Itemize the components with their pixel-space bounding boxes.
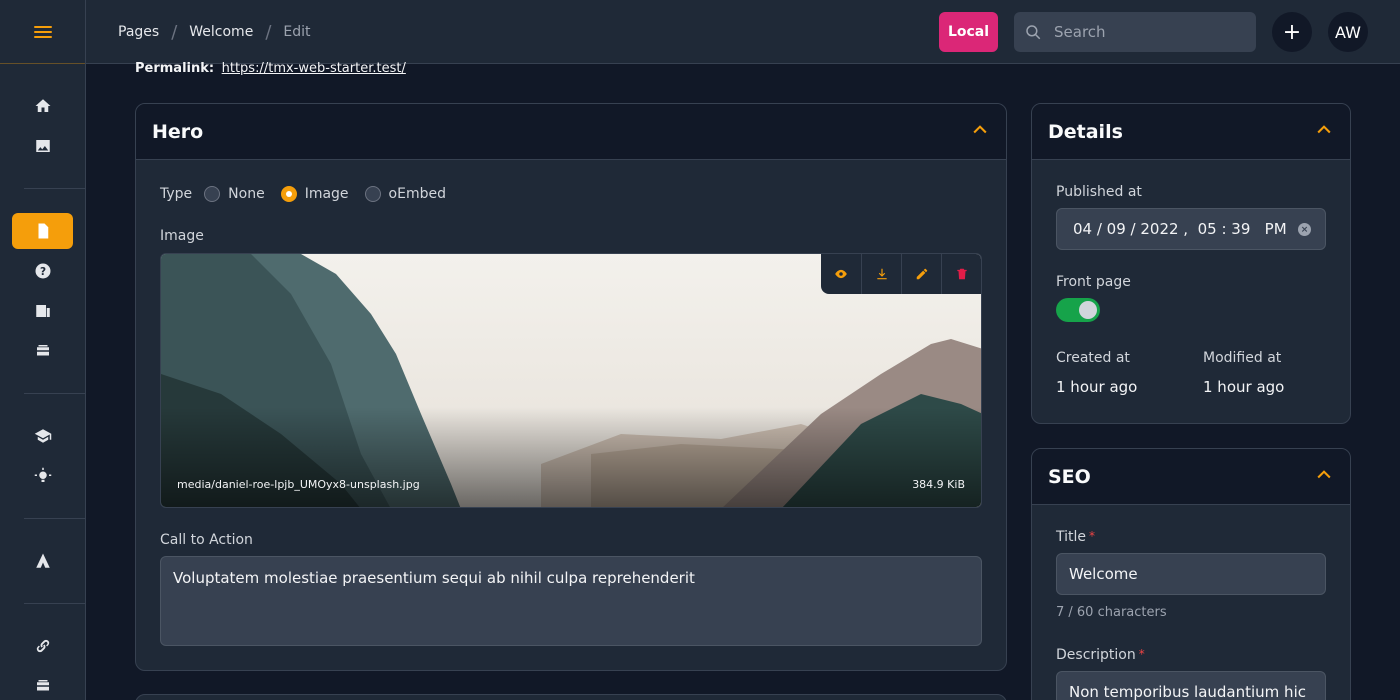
download-icon (876, 268, 887, 280)
link-icon[interactable] (12, 628, 73, 664)
required-marker: * (1089, 529, 1096, 543)
front-page-toggle[interactable] (1056, 298, 1100, 322)
download-button[interactable] (861, 254, 901, 294)
image-label: Image (160, 228, 204, 244)
pencil-icon (916, 268, 927, 280)
chevron-up-icon[interactable] (1314, 465, 1334, 489)
hero-title: Hero (152, 120, 204, 143)
seo-title-label-text: Title (1056, 529, 1087, 545)
type-option-label: Image (304, 186, 349, 202)
education-icon[interactable] (12, 418, 73, 454)
permalink-label: Permalink: (135, 61, 215, 76)
svg-text:?: ? (39, 266, 45, 278)
breadcrumb-separator: / (171, 21, 178, 43)
breadcrumb-pages[interactable]: Pages (118, 24, 159, 40)
details-card: Details Published at 04 / 09 / 2022 , 05… (1031, 103, 1351, 424)
type-label: Type (160, 186, 193, 202)
radio-oembed[interactable] (364, 186, 381, 202)
chevron-up-icon[interactable] (970, 120, 990, 144)
toggle-knob (1079, 301, 1097, 319)
permalink-link[interactable]: https://tmx-web-starter.test/ (222, 61, 406, 76)
modified-value: 1 hour ago (1203, 378, 1285, 396)
modified-label: Modified at (1203, 350, 1282, 366)
radio-none[interactable] (204, 186, 221, 202)
seo-card: SEO Title * Welcome 7 / 60 characters Des… (1031, 448, 1351, 700)
breadcrumb-edit: Edit (283, 24, 311, 40)
article-icon[interactable] (12, 293, 73, 329)
breadcrumb-separator: / (265, 21, 272, 43)
image-filename: media/daniel-roe-lpjb_UMOyx8-unsplash.jp… (177, 478, 420, 491)
seo-description-label-text: Description (1056, 647, 1136, 663)
cta-label: Call to Action (160, 532, 253, 548)
type-option-oembed[interactable]: oEmbed (364, 186, 446, 202)
sidebar: ? (0, 0, 86, 700)
breadcrumb: Pages / Welcome / Edit (118, 0, 311, 64)
stack-icon-2[interactable] (12, 668, 73, 700)
seo-title-label: Title * (1056, 529, 1095, 545)
view-button[interactable] (821, 254, 861, 294)
image-filesize: 384.9 KiB (912, 478, 965, 491)
details-card-header[interactable]: Details (1032, 104, 1350, 160)
hamburger-icon[interactable] (33, 23, 52, 41)
chevron-up-icon[interactable] (1314, 120, 1334, 144)
created-value: 1 hour ago (1056, 378, 1138, 396)
topbar: Pages / Welcome / Edit Local Search + AW (86, 0, 1400, 64)
published-value: 04 / 09 / 2022 , 05 : 39 PM (1073, 220, 1287, 238)
seo-description-textarea[interactable]: Non temporibus laudantium hic (1056, 671, 1326, 700)
avatar[interactable]: AW (1328, 12, 1368, 52)
cta-textarea[interactable]: Voluptatem molestiae praesentium sequi a… (160, 556, 982, 646)
help-icon[interactable]: ? (12, 253, 73, 289)
clear-icon[interactable]: × (1298, 223, 1311, 236)
front-page-label: Front page (1056, 274, 1131, 290)
search-placeholder: Search (1054, 23, 1106, 41)
seo-title: SEO (1048, 465, 1091, 488)
seo-card-header[interactable]: SEO (1032, 449, 1350, 505)
delete-button[interactable] (941, 254, 981, 294)
search-icon (1026, 25, 1041, 40)
image-toolbar (821, 254, 981, 294)
trash-icon (956, 268, 967, 280)
permalink: Permalink: https://tmx-web-starter.test/ (135, 61, 406, 76)
type-option-none[interactable]: None (204, 186, 265, 202)
image-icon[interactable] (12, 128, 73, 164)
type-option-label: oEmbed (388, 186, 446, 202)
environment-badge[interactable]: Local (939, 12, 998, 52)
breadcrumb-welcome[interactable]: Welcome (189, 24, 253, 40)
eye-icon (835, 269, 847, 279)
radio-image[interactable] (280, 186, 297, 202)
sidebar-divider (24, 518, 85, 519)
seo-title-counter: 7 / 60 characters (1056, 605, 1167, 620)
published-datetime-input[interactable]: 04 / 09 / 2022 , 05 : 39 PM × (1056, 208, 1326, 250)
sidebar-divider (24, 603, 85, 604)
sidebar-divider (24, 393, 85, 394)
type-option-label: None (228, 186, 265, 202)
edit-button[interactable] (901, 254, 941, 294)
seo-description-label: Description * (1056, 647, 1145, 663)
type-radio-group: Type None Image oEmbed (160, 186, 462, 202)
required-marker: * (1138, 647, 1145, 661)
details-title: Details (1048, 120, 1123, 143)
hero-image[interactable]: media/daniel-roe-lpjb_UMOyx8-unsplash.jp… (160, 253, 982, 508)
page-icon[interactable] (12, 213, 73, 249)
hero-card-header[interactable]: Hero (136, 104, 1006, 160)
home-icon[interactable] (12, 88, 73, 124)
created-label: Created at (1056, 350, 1130, 366)
triangle-logo-icon[interactable] (12, 543, 73, 579)
hero-card: Hero Type None Image oEmbed Image media/… (135, 103, 1007, 671)
sidebar-header (0, 0, 85, 64)
bulb-icon[interactable] (12, 458, 73, 494)
next-card (135, 694, 1007, 700)
type-option-image[interactable]: Image (280, 186, 349, 202)
stack-icon[interactable] (12, 333, 73, 369)
add-button[interactable]: + (1272, 12, 1312, 52)
seo-title-input[interactable]: Welcome (1056, 553, 1326, 595)
published-label: Published at (1056, 184, 1142, 200)
sidebar-divider (24, 188, 85, 189)
search-input[interactable]: Search (1014, 12, 1256, 52)
